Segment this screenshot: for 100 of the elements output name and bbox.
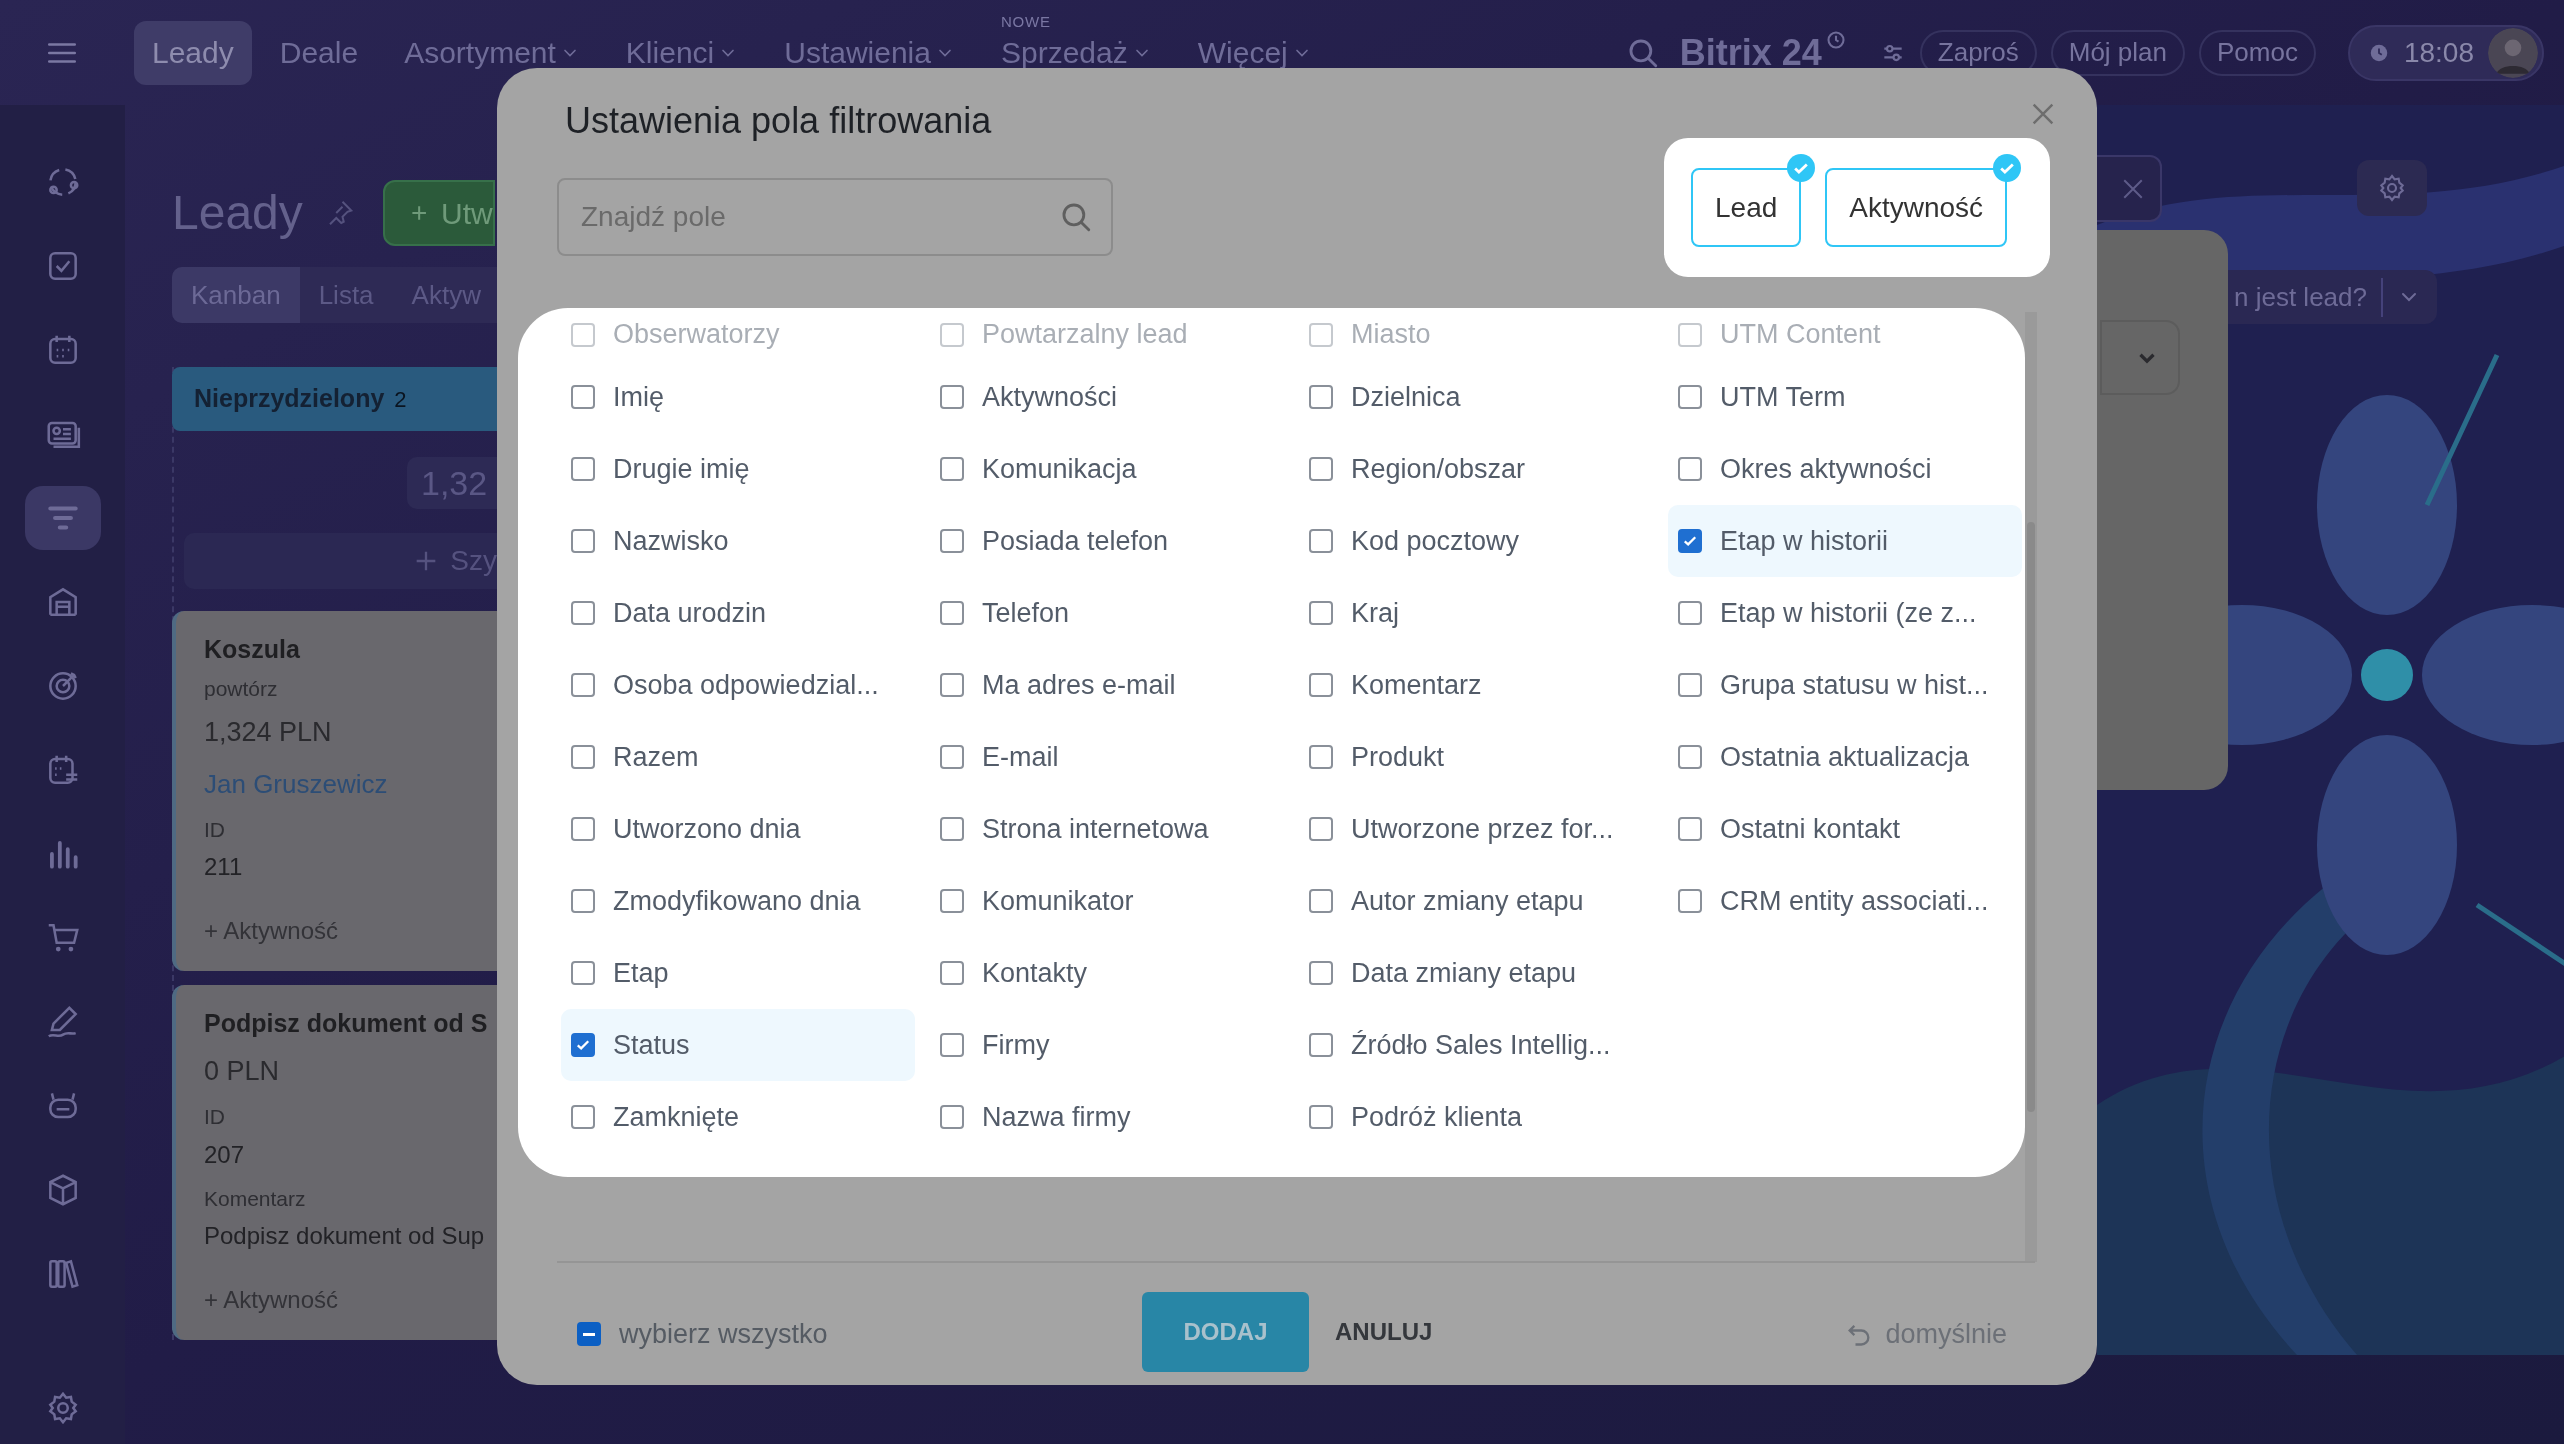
avatar-icon[interactable]: [2488, 27, 2538, 78]
dropdown-field[interactable]: [2100, 320, 2180, 395]
field-option[interactable]: Razem: [561, 721, 915, 793]
field-option[interactable]: Komentarz: [1299, 649, 1653, 721]
field-option[interactable]: Firmy: [930, 1009, 1284, 1081]
field-option[interactable]: Data urodzin: [561, 577, 915, 649]
field-option[interactable]: Okres aktywności: [1668, 433, 2022, 505]
field-option[interactable]: Dzielnica: [1299, 361, 1653, 433]
checkbox[interactable]: [940, 961, 964, 985]
card-title: Koszula: [204, 634, 301, 665]
field-option[interactable]: Etap w historii: [1668, 505, 2022, 577]
field-option[interactable]: Imię: [561, 361, 915, 433]
checkbox[interactable]: [1678, 457, 1702, 481]
checkbox[interactable]: [940, 673, 964, 697]
checkbox[interactable]: [1678, 817, 1702, 841]
checkbox[interactable]: [1309, 1033, 1333, 1057]
clock-icon: [1825, 29, 1846, 50]
settings-button[interactable]: [2357, 160, 2427, 216]
checkbox[interactable]: [1678, 889, 1702, 913]
checkbox[interactable]: [1678, 529, 1702, 553]
checkbox[interactable]: [1309, 1105, 1333, 1129]
field-option[interactable]: Zmodyfikowano dnia: [561, 865, 915, 937]
checkbox[interactable]: [1678, 673, 1702, 697]
field-option[interactable]: Osoba odpowiedzial...: [561, 649, 915, 721]
clock-panel[interactable]: 18:08: [2347, 24, 2544, 81]
field-option[interactable]: Podróż klienta: [1299, 1081, 1653, 1153]
field-option[interactable]: Kraj: [1299, 577, 1653, 649]
checkbox[interactable]: [571, 961, 595, 985]
field-option[interactable]: Nazwisko: [561, 505, 915, 577]
checkbox[interactable]: [1678, 601, 1702, 625]
checkbox[interactable]: [1678, 322, 1702, 347]
checkbox[interactable]: [1309, 673, 1333, 697]
field-option[interactable]: Data zmiany etapu: [1299, 937, 1653, 1009]
checkbox[interactable]: [571, 529, 595, 553]
field-option[interactable]: Nazwa firmy: [930, 1081, 1284, 1153]
checkbox[interactable]: [571, 601, 595, 625]
field-option[interactable]: Ostatni kontakt: [1668, 793, 2022, 865]
checkbox[interactable]: [940, 322, 964, 347]
field-option[interactable]: Kontakty: [930, 937, 1284, 1009]
field-option[interactable]: Strona internetowa: [930, 793, 1284, 865]
field-option[interactable]: Ostatnia aktualizacja: [1668, 721, 2022, 793]
search-field[interactable]: Znajdź pole: [557, 178, 1113, 256]
field-option[interactable]: Drugie imię: [561, 433, 915, 505]
checkbox[interactable]: [571, 745, 595, 769]
field-option[interactable]: Kod pocztowy: [1299, 505, 1653, 577]
header-button[interactable]: Pomoc: [2199, 29, 2316, 76]
checkbox[interactable]: [940, 889, 964, 913]
checkbox[interactable]: [571, 385, 595, 409]
checkbox[interactable]: [577, 1322, 601, 1346]
field-option[interactable]: Źródło Sales Intellig...: [1299, 1009, 1653, 1081]
checkbox[interactable]: [571, 457, 595, 481]
checkbox[interactable]: [571, 817, 595, 841]
checkbox[interactable]: [1309, 745, 1333, 769]
field-option[interactable]: Status: [561, 1009, 915, 1081]
field-option[interactable]: Ma adres e-mail: [930, 649, 1284, 721]
field-option[interactable]: Telefon: [930, 577, 1284, 649]
checkbox[interactable]: [940, 745, 964, 769]
checkbox[interactable]: [571, 322, 595, 347]
field-option[interactable]: Aktywności: [930, 361, 1284, 433]
checkbox[interactable]: [571, 1105, 595, 1129]
checkbox[interactable]: [1309, 817, 1333, 841]
field-option[interactable]: E-mail: [930, 721, 1284, 793]
field-option[interactable]: CRM entity associati...: [1668, 865, 2022, 937]
field-option[interactable]: Utworzono dnia: [561, 793, 915, 865]
field-option[interactable]: Zamknięte: [561, 1081, 915, 1153]
checkbox[interactable]: [1309, 601, 1333, 625]
field-option[interactable]: Region/obszar: [1299, 433, 1653, 505]
field-option[interactable]: Komunikacja: [930, 433, 1284, 505]
checkbox[interactable]: [571, 889, 595, 913]
checkbox[interactable]: [1678, 385, 1702, 409]
scrollbar[interactable]: [2025, 312, 2037, 1262]
field-value: 211: [204, 852, 244, 882]
checkbox[interactable]: [1309, 457, 1333, 481]
field-option[interactable]: Autor zmiany etapu: [1299, 865, 1653, 937]
checkbox[interactable]: [1309, 322, 1333, 347]
field-option[interactable]: Etap: [561, 937, 915, 1009]
field-option[interactable]: UTM Term: [1668, 361, 2022, 433]
checkbox[interactable]: [571, 1033, 595, 1057]
field-option[interactable]: Posiada telefon: [930, 505, 1284, 577]
field-option[interactable]: Utworzone przez for...: [1299, 793, 1653, 865]
checkbox[interactable]: [1309, 385, 1333, 409]
checkbox[interactable]: [1309, 961, 1333, 985]
checkbox[interactable]: [940, 529, 964, 553]
checkbox[interactable]: [940, 817, 964, 841]
checkbox[interactable]: [571, 673, 595, 697]
field-option[interactable]: Komunikator: [930, 865, 1284, 937]
field-option[interactable]: Produkt: [1299, 721, 1653, 793]
checkbox[interactable]: [940, 601, 964, 625]
sidebar-item[interactable]: [24, 486, 101, 550]
checkbox[interactable]: [1309, 889, 1333, 913]
checkbox[interactable]: [940, 457, 964, 481]
cancel-button[interactable]: ANULUJ: [1317, 1292, 1451, 1372]
checkbox[interactable]: [1309, 529, 1333, 553]
checkbox[interactable]: [940, 1105, 964, 1129]
field-option[interactable]: Grupa statusu w hist...: [1668, 649, 2022, 721]
checkbox[interactable]: [940, 385, 964, 409]
checkbox[interactable]: [940, 1033, 964, 1057]
checkbox[interactable]: [1678, 745, 1702, 769]
field-option[interactable]: Etap w historii (ze z...: [1668, 577, 2022, 649]
dialog-title: Ustawienia pola filtrowania: [565, 99, 992, 143]
